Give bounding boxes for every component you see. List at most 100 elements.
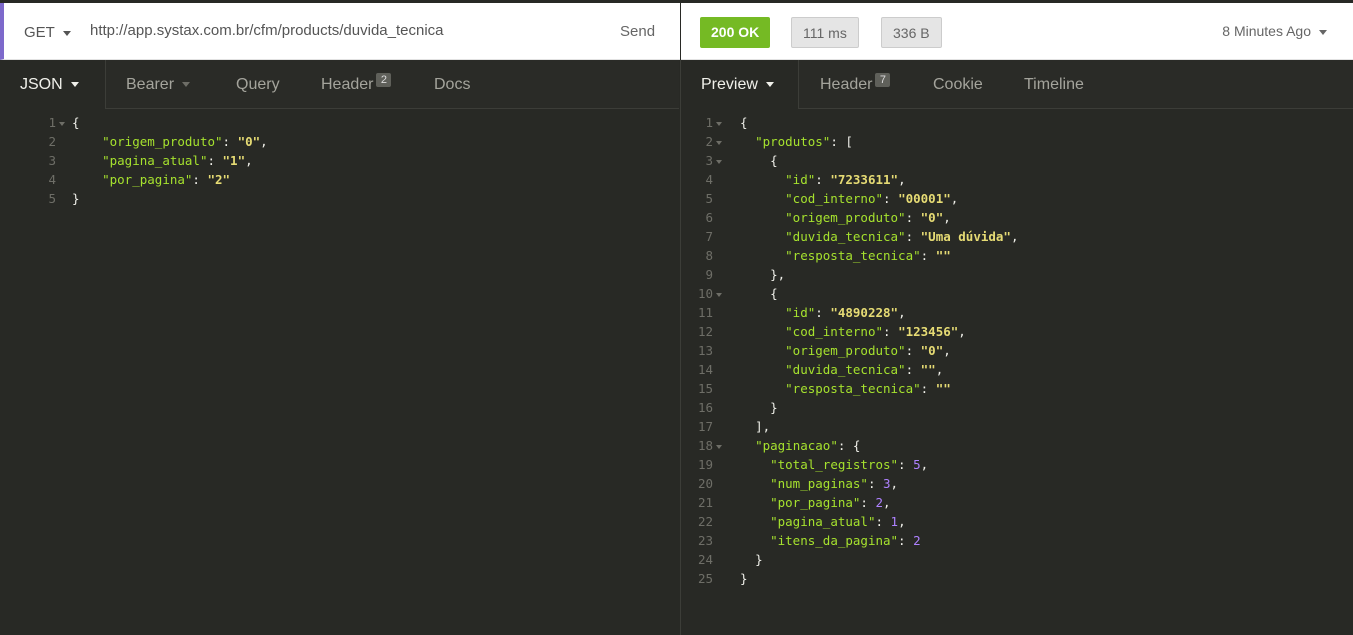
response-tabs: Preview Header 7 Cookie Timeline [681, 60, 1353, 109]
line-number: 23 [697, 533, 713, 548]
line-number: 19 [697, 457, 713, 472]
line-number: 8 [705, 248, 713, 263]
line-number: 16 [697, 400, 713, 415]
fold-arrow-icon[interactable] [716, 140, 722, 145]
code-text: "total_registros": 5, [770, 457, 929, 472]
url-input[interactable] [90, 22, 590, 39]
code-text: "origem_produto": "0", [102, 134, 268, 149]
code-line: 16 } [681, 398, 1353, 417]
code-text: "id": "4890228", [785, 305, 906, 320]
tab-label: Header [820, 76, 873, 93]
code-line: 10 { [681, 284, 1353, 303]
tab-label: JSON [20, 76, 63, 93]
code-line: 6 "origem_produto": "0", [681, 208, 1353, 227]
code-line: 3 { [681, 151, 1353, 170]
method-dropdown[interactable]: GET [24, 24, 71, 41]
fold-arrow-icon[interactable] [716, 292, 722, 297]
code-text: "origem_produto": "0", [785, 343, 951, 358]
chevron-down-icon [765, 82, 774, 88]
line-number: 22 [697, 514, 713, 529]
line-number: 17 [697, 419, 713, 434]
code-line: 4 "por_pagina": "2" [0, 170, 679, 189]
line-number: 2 [705, 134, 713, 149]
history-label: 8 Minutes Ago [1222, 23, 1311, 39]
line-number: 11 [697, 305, 713, 320]
line-number: 20 [697, 476, 713, 491]
code-line: 5} [0, 189, 679, 208]
code-line: 7 "duvida_tecnica": "Uma dúvida", [681, 227, 1353, 246]
response-size-badge: 336 B [881, 17, 942, 48]
code-line: 13 "origem_produto": "0", [681, 341, 1353, 360]
tab-label: Header [321, 76, 374, 93]
code-line: 12 "cod_interno": "123456", [681, 322, 1353, 341]
tab-docs[interactable]: Docs [434, 60, 470, 108]
code-text: { [72, 115, 80, 130]
tab-response-header[interactable]: Header 7 [820, 60, 891, 108]
code-line: 1{ [0, 113, 679, 132]
tab-label: Bearer [126, 76, 175, 93]
line-number: 5 [48, 191, 56, 206]
code-text: "id": "7233611", [785, 172, 906, 187]
code-line: 1{ [681, 113, 1353, 132]
code-line: 2 "produtos": [ [681, 132, 1353, 151]
chevron-down-icon [1319, 29, 1327, 35]
tab-json[interactable]: JSON [0, 60, 106, 109]
tab-bearer[interactable]: Bearer [126, 60, 191, 108]
code-line: 2 "origem_produto": "0", [0, 132, 679, 151]
code-text: "pagina_atual": 1, [770, 514, 906, 529]
line-number: 1 [48, 115, 56, 130]
line-number: 15 [697, 381, 713, 396]
send-button[interactable]: Send [620, 23, 655, 40]
code-line: 8 "resposta_tecnica": "" [681, 246, 1353, 265]
line-number: 3 [48, 153, 56, 168]
line-number: 3 [705, 153, 713, 168]
line-number: 10 [697, 286, 713, 301]
code-text: { [740, 115, 748, 130]
response-meta-bar: 200 OK 111 ms 336 B 8 Minutes Ago [681, 3, 1353, 60]
tab-timeline[interactable]: Timeline [1024, 60, 1084, 108]
fold-arrow-icon[interactable] [59, 121, 65, 126]
code-text: "num_paginas": 3, [770, 476, 899, 491]
code-line: 5 "cod_interno": "00001", [681, 189, 1353, 208]
tab-label: Docs [434, 76, 471, 93]
tab-header[interactable]: Header 2 [321, 60, 392, 108]
tab-preview[interactable]: Preview [681, 60, 799, 109]
code-text: "duvida_tecnica": "", [785, 362, 944, 377]
line-number: 24 [697, 552, 713, 567]
chevron-down-icon [182, 82, 191, 88]
line-number: 7 [705, 229, 713, 244]
code-text: "paginacao": { [755, 438, 861, 453]
code-line: 24 } [681, 550, 1353, 569]
chevron-down-icon [70, 82, 79, 88]
code-line: 15 "resposta_tecnica": "" [681, 379, 1353, 398]
tab-label: Timeline [1024, 76, 1084, 93]
response-body-viewer: 1{2 "produtos": [3 {4 "id": "7233611", 5 … [681, 113, 1353, 588]
code-text: "por_pagina": "2" [102, 172, 231, 187]
header-count-badge: 2 [376, 73, 392, 87]
code-text: } [72, 191, 80, 206]
line-number: 13 [697, 343, 713, 358]
request-body-editor[interactable]: 1{2 "origem_produto": "0", 3 "pagina_atua… [0, 113, 679, 208]
code-text: } [740, 571, 748, 586]
code-line: 17 ], [681, 417, 1353, 436]
code-line: 18 "paginacao": { [681, 436, 1353, 455]
code-text: "origem_produto": "0", [785, 210, 951, 225]
code-text: "por_pagina": 2, [770, 495, 891, 510]
tab-query[interactable]: Query [236, 60, 280, 108]
code-text: { [770, 286, 778, 301]
code-text: "resposta_tecnica": "" [785, 248, 951, 263]
line-number: 9 [705, 267, 713, 282]
line-number: 14 [697, 362, 713, 377]
code-line: 20 "num_paginas": 3, [681, 474, 1353, 493]
line-number: 25 [697, 571, 713, 586]
request-tabs: JSON Bearer Query Header 2 Docs [0, 60, 679, 109]
code-line: 19 "total_registros": 5, [681, 455, 1353, 474]
tab-label: Cookie [933, 76, 983, 93]
history-dropdown[interactable]: 8 Minutes Ago [1222, 23, 1327, 39]
fold-arrow-icon[interactable] [716, 159, 722, 164]
fold-arrow-icon[interactable] [716, 121, 722, 126]
code-line: 21 "por_pagina": 2, [681, 493, 1353, 512]
tab-cookie[interactable]: Cookie [933, 60, 983, 108]
code-text: "cod_interno": "00001", [785, 191, 959, 206]
fold-arrow-icon[interactable] [716, 444, 722, 449]
